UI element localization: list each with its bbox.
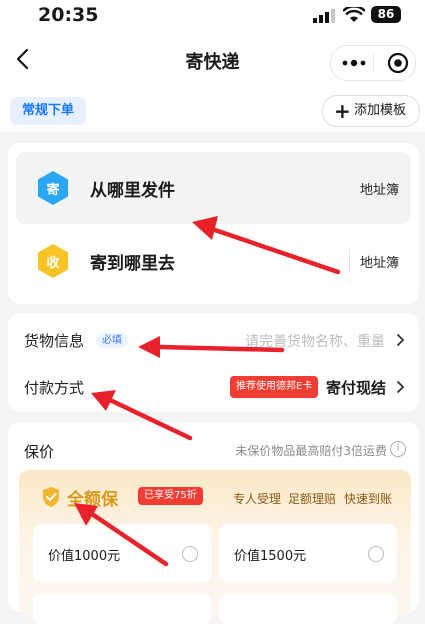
insurance-option-partial[interactable] [33,594,211,624]
chevron-right-icon [396,380,405,394]
full-insurance-title: 全额保 [67,490,118,510]
perk-item: 足额理赔 [288,492,337,506]
discount-badge: 已享受75折 [138,487,203,505]
payment-method-label: 付款方式 [24,379,85,397]
receive-icon-char: 收 [46,256,60,271]
tab-normal-order[interactable]: 常规下单 [10,97,86,125]
receive-hexagon-icon: 收 [35,243,71,279]
cellular-signal-icon [313,9,335,23]
add-template-label: 添加模板 [354,103,407,118]
insurance-option-1000[interactable]: 价值1000元 [33,524,211,582]
plus-icon: + [334,99,351,123]
perk-item: 快速到账 [344,492,393,506]
sender-address-row[interactable]: 寄 从哪里发件 地址簿 [16,152,411,224]
capsule-divider [373,54,374,72]
insurance-option-label: 价值1500元 [234,549,307,564]
insurance-card: 保价 未保价物品最高赔付3倍运费 i 全额保 已享受75折 专人受理 足额理赔 … [8,422,419,624]
send-icon-char: 寄 [46,183,60,198]
cargo-info-placeholder: 请完善货物名称、重量 [245,334,385,350]
insurance-label: 保价 [24,443,55,461]
insurance-option-1500[interactable]: 价值1500元 [219,524,397,582]
address-card: 寄 从哪里发件 地址簿 收 寄到哪里去 地址簿 [8,143,419,304]
add-template-button[interactable]: + 添加模板 [322,95,420,127]
status-time: 20:35 [38,4,99,26]
required-badge: 必填 [96,333,128,348]
perk-item: 专人受理 [233,492,282,506]
nav-bar: 寄快递 [0,30,425,90]
receiver-address-row[interactable]: 收 寄到哪里去 地址簿 [16,227,411,295]
wifi-icon [343,7,365,22]
sender-address-book-link[interactable]: 地址簿 [360,179,399,198]
insurance-description: 未保价物品最高赔付3倍运费 [235,444,387,458]
payment-method-value: 寄付现结 [326,379,387,397]
receiver-address-book-link[interactable]: 地址簿 [360,252,399,271]
insurance-option-partial[interactable] [219,594,397,624]
more-dots-icon[interactable] [341,53,367,73]
receiver-title: 寄到哪里去 [90,254,175,274]
shield-icon [43,487,59,507]
radio-button[interactable] [368,546,384,562]
battery-icon: 86 [371,6,401,23]
mini-program-capsule [330,45,416,81]
status-bar: 20:35 86 [0,0,425,30]
address-book-divider [349,249,350,273]
send-hexagon-icon: 寄 [35,170,71,206]
chevron-right-icon [396,333,405,347]
sender-title: 从哪里发件 [90,181,175,201]
info-icon[interactable]: i [390,441,406,457]
shipment-info-card: 货物信息 必填 请完善货物名称、重量 付款方式 推荐使用德邦E卡 寄付现结 [8,313,419,412]
insurance-option-label: 价值1000元 [48,549,121,564]
order-tabs: 常规下单 + 添加模板 [0,90,425,132]
cargo-info-label: 货物信息 [24,332,85,350]
target-icon[interactable] [386,51,410,75]
battery-level: 86 [377,7,395,21]
ecard-promo-badge: 推荐使用德邦E卡 [230,376,319,398]
radio-button[interactable] [182,546,198,562]
full-insurance-panel: 全额保 已享受75折 专人受理 足额理赔 快速到账 价值1000元 价值1500… [19,470,411,624]
